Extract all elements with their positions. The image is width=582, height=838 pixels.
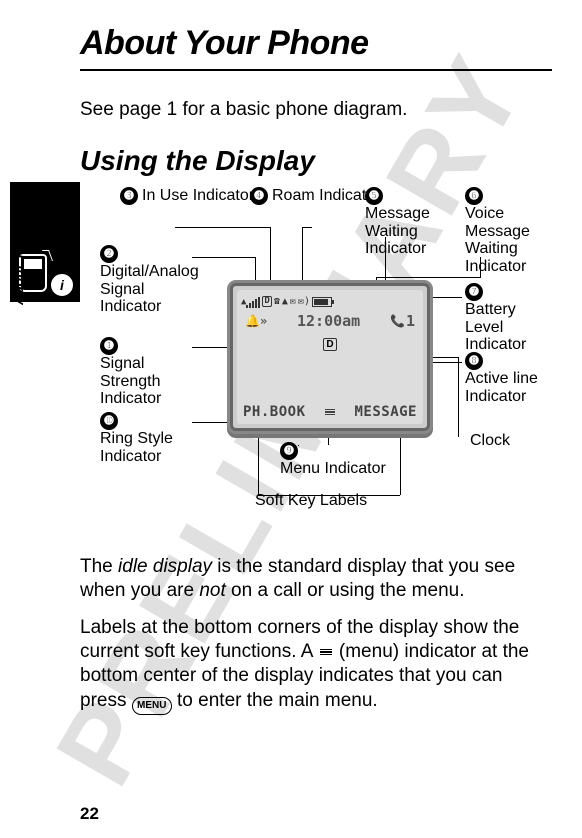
leader-line	[258, 435, 259, 495]
message-icon: ✉	[290, 296, 296, 307]
body-paragraph-2: Labels at the bottom corners of the disp…	[80, 616, 552, 715]
signal-strength-icon: ▲	[241, 296, 260, 308]
softkey-row: PH.BOOK MESSAGE	[237, 404, 423, 420]
callout-number-8: ➑	[465, 352, 483, 370]
callout-3: ➌In Use Indicator	[120, 187, 254, 205]
p1-e: on a call or using the menu.	[226, 580, 465, 601]
callout-2: ➋Digital/Analog Signal Indicator	[100, 245, 200, 316]
intro-text: See page 1 for a basic phone diagram.	[80, 99, 552, 121]
clock-time: 12:00am	[297, 312, 360, 330]
callout-4: ➍Roam Indicator	[250, 187, 381, 205]
callout-8-text: Active line Indicator	[465, 370, 555, 405]
leader-line	[270, 227, 271, 287]
menu-glyph-icon	[320, 649, 332, 656]
active-line-number: 1	[406, 312, 415, 330]
digital-mode-icon: D	[323, 338, 336, 351]
title-rule	[80, 69, 552, 71]
callout-10: ➓Ring Style Indicator	[100, 412, 200, 465]
menu-key-icon: MENU	[132, 697, 172, 715]
in-use-icon: ☎	[274, 296, 280, 307]
center-indicator: D	[237, 334, 423, 352]
softkey-left: PH.BOOK	[243, 404, 306, 420]
leader-line	[458, 357, 459, 437]
leader-line	[258, 495, 400, 496]
callout-9-text: Menu Indicator	[280, 460, 386, 478]
active-line-icon: 📞1	[390, 312, 415, 330]
callout-6: ➏Voice Message Waiting Indicator	[465, 187, 555, 275]
leader-line	[302, 227, 303, 287]
phone-screen-inner: ▲ D ☎ ▲ ✉ ✉) 🔔» 12:00am 📞1 D PH.B	[237, 290, 423, 424]
leader-line	[302, 227, 312, 228]
leader-line	[192, 257, 255, 258]
p1-a: The	[80, 556, 118, 577]
display-diagram: ➌In Use Indicator ➍Roam Indicator ➎Messa…	[80, 187, 550, 537]
status-bar: ▲ D ☎ ▲ ✉ ✉)	[237, 290, 423, 310]
callout-number-3: ➌	[120, 187, 138, 205]
time-row: 🔔» 12:00am 📞1	[237, 310, 423, 332]
callout-10-text: Ring Style Indicator	[100, 430, 200, 465]
body-paragraph-1: The idle display is the standard display…	[80, 555, 552, 604]
callout-number-10: ➓	[100, 412, 118, 430]
section-heading: Using the Display	[80, 145, 552, 177]
callout-number-1: ➊	[100, 337, 118, 355]
callout-number-4: ➍	[250, 187, 268, 205]
callout-2-text: Digital/Analog Signal Indicator	[100, 263, 200, 316]
phone-screen: ▲ D ☎ ▲ ✉ ✉) 🔔» 12:00am 📞1 D PH.B	[230, 283, 430, 431]
leader-line	[385, 237, 386, 287]
callout-7: ➐Battery Level Indicator	[465, 283, 555, 354]
battery-icon	[312, 297, 332, 307]
callout-clock-text: Clock	[470, 432, 510, 450]
callout-9: ➒Menu Indicator	[280, 442, 390, 478]
ring-style-icon: 🔔»	[245, 314, 267, 328]
callout-3-text: In Use Indicator	[142, 187, 254, 205]
p2-c: to enter the main menu.	[172, 690, 378, 711]
callout-number-9: ➒	[280, 442, 298, 460]
voicemail-icon: ✉)	[298, 296, 310, 307]
p1-b: idle display	[118, 556, 212, 577]
leader-line	[400, 435, 401, 495]
callout-number-5: ➎	[365, 187, 383, 205]
leader-line	[480, 257, 481, 277]
roam-icon: ▲	[282, 296, 288, 307]
leader-line	[175, 227, 270, 228]
page-title: About Your Phone	[80, 24, 552, 63]
callout-number-6: ➏	[465, 187, 483, 205]
callout-1-text: Signal Strength Indicator	[100, 355, 200, 408]
leader-line	[298, 445, 299, 446]
callout-7-text: Battery Level Indicator	[465, 301, 555, 354]
callout-1: ➊Signal Strength Indicator	[100, 337, 200, 408]
callout-number-2: ➋	[100, 245, 118, 263]
callout-5: ➎Message Waiting Indicator	[365, 187, 455, 258]
leader-line	[376, 277, 481, 278]
callout-number-7: ➐	[465, 283, 483, 301]
digital-indicator-icon: D	[262, 296, 271, 307]
softkey-right: MESSAGE	[354, 404, 417, 420]
callout-6-text: Voice Message Waiting Indicator	[465, 205, 555, 275]
menu-indicator-icon	[325, 409, 335, 416]
callout-5-text: Message Waiting Indicator	[365, 205, 455, 258]
callout-8: ➑Active line Indicator	[465, 352, 555, 405]
callout-clock: Clock	[470, 432, 510, 450]
p1-d: not	[199, 580, 225, 601]
